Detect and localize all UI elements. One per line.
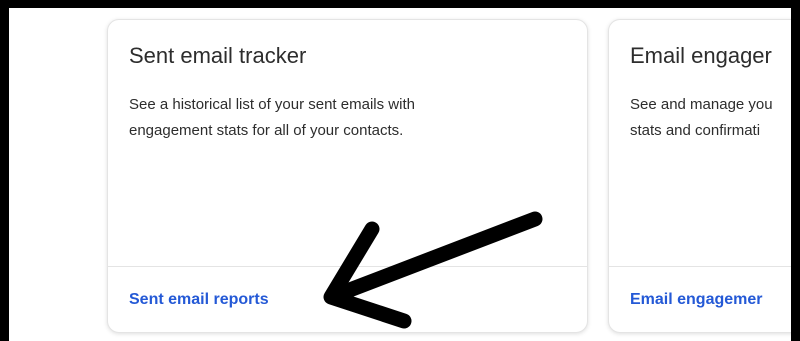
email-engagement-link[interactable]: Email engagemer [630, 291, 763, 309]
card-description: See and manage you stats and confirmati [630, 92, 773, 144]
sent-email-tracker-card: Sent email tracker See a historical list… [107, 19, 588, 333]
card-title: Sent email tracker [129, 43, 307, 68]
card-description-line: See a historical list of your sent email… [129, 96, 415, 113]
card-description-line: engagement stats for all of your contact… [129, 122, 404, 139]
sent-email-reports-link[interactable]: Sent email reports [129, 291, 269, 309]
email-engagement-card: Email engager See and manage you stats a… [608, 19, 800, 333]
card-description-line: See and manage you [630, 96, 773, 113]
card-divider [108, 266, 587, 267]
card-description-line: stats and confirmati [630, 122, 761, 139]
card-divider [609, 266, 800, 267]
card-description: See a historical list of your sent email… [129, 92, 415, 144]
card-title: Email engager [630, 43, 772, 68]
